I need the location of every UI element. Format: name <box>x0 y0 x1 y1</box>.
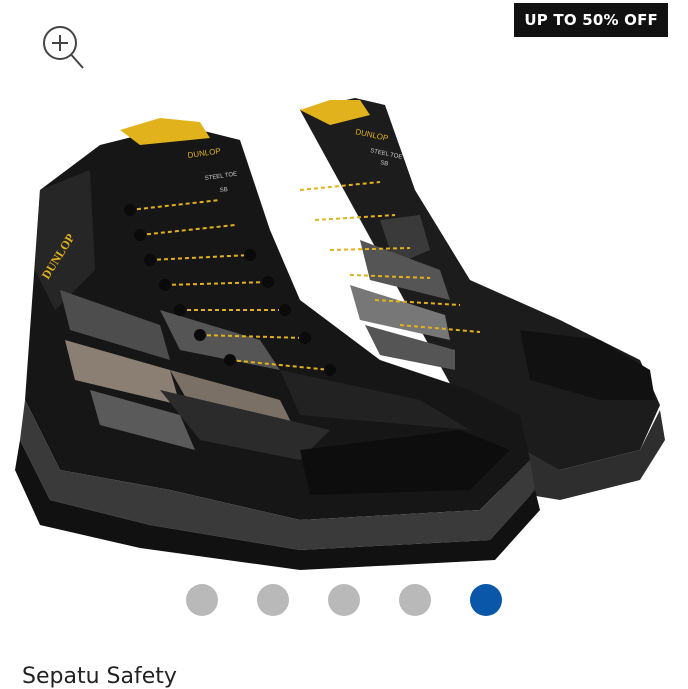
product-title: Sepatu Safety <box>22 664 177 689</box>
gallery-dot-4[interactable] <box>399 584 431 616</box>
gallery-dot-5[interactable] <box>470 584 502 616</box>
boot-left-tongue-2: SB <box>219 187 228 194</box>
gallery-pagination <box>0 584 688 618</box>
gallery-dot-3[interactable] <box>328 584 360 616</box>
gallery-dot-2[interactable] <box>257 584 289 616</box>
gallery-dot-1[interactable] <box>186 584 218 616</box>
discount-badge: UP TO 50% OFF <box>514 3 668 37</box>
product-image[interactable]: DUNLOP STEEL TOE SB DUNLOP DUNLOP STEEL … <box>0 70 688 570</box>
zoom-in-icon[interactable] <box>36 22 88 74</box>
